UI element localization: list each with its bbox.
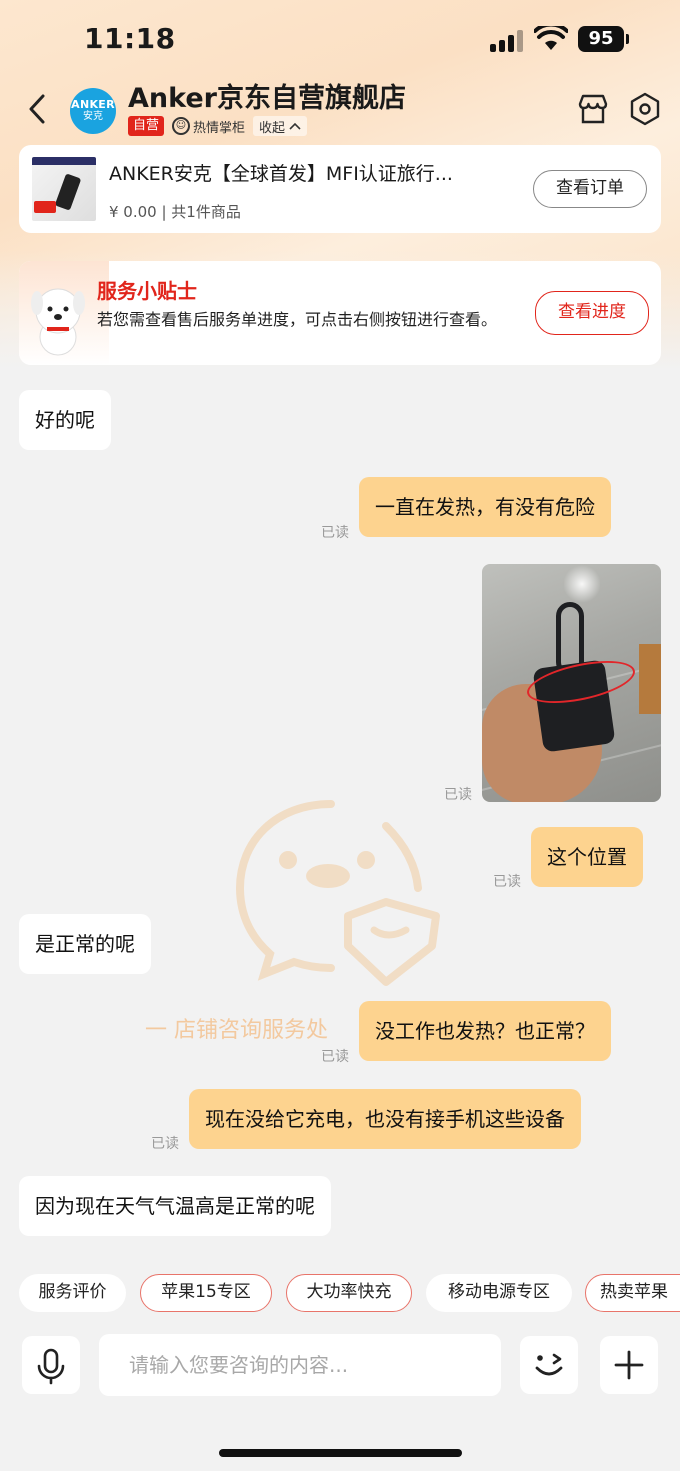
view-order-button[interactable]: 查看订单 xyxy=(533,170,647,208)
read-status: 已读 xyxy=(321,1049,349,1065)
order-title: ANKER安克【全球首发】MFI认证旅行... xyxy=(109,163,453,185)
product-thumbnail[interactable] xyxy=(32,157,96,221)
collapse-label: 收起 xyxy=(259,120,286,136)
emoji-button[interactable] xyxy=(520,1336,578,1394)
microphone-icon xyxy=(37,1348,65,1385)
status-time: 11:18 xyxy=(84,22,176,55)
signal-icon xyxy=(490,28,526,52)
smile-icon: ☺ xyxy=(172,117,191,135)
back-button[interactable] xyxy=(22,92,52,126)
logo-text: ANKER xyxy=(71,98,115,111)
message-bubble-incoming[interactable]: 是正常的呢 xyxy=(19,914,151,974)
service-tip-card: 服务小贴士 若您需查看售后服务单进度，可点击右侧按钮进行查看。 查看进度 xyxy=(19,261,661,365)
message-bubble-outgoing[interactable]: 一直在发热，有没有危险 xyxy=(359,477,611,537)
read-status: 已读 xyxy=(493,874,521,890)
collapse-button[interactable]: 收起 xyxy=(253,116,308,136)
read-status: 已读 xyxy=(444,787,472,803)
message-bubble-incoming[interactable]: 好的呢 xyxy=(19,390,111,450)
passion-label: 热情掌柜 xyxy=(193,120,246,136)
store-tags: 自营 ☺ 热情掌柜 收起 xyxy=(128,116,308,136)
message-input[interactable] xyxy=(99,1334,501,1396)
passion-badge[interactable]: ☺ 热情掌柜 xyxy=(172,117,245,136)
more-button[interactable] xyxy=(600,1336,658,1394)
emoji-icon xyxy=(535,1353,563,1376)
watermark-text: 一 店铺咨询服务处 xyxy=(145,1018,328,1043)
chevron-left-icon xyxy=(29,94,45,124)
wifi-icon xyxy=(534,26,568,50)
self-operated-badge: 自营 xyxy=(128,116,165,136)
message-photo[interactable] xyxy=(482,564,661,802)
plus-icon xyxy=(614,1350,644,1380)
store-logo[interactable]: ANKER 安克 xyxy=(70,88,116,134)
read-status: 已读 xyxy=(321,525,349,541)
battery-icon: 95 xyxy=(578,26,629,52)
chip-service-rating[interactable]: 服务评价 xyxy=(19,1274,126,1312)
chip-hot-apple[interactable]: 热卖苹果 xyxy=(585,1274,680,1312)
tip-text: 若您需查看售后服务单进度，可点击右侧按钮进行查看。 xyxy=(97,310,498,329)
chat-header: ANKER 安克 Anker京东自营旗舰店 自营 ☺ 热情掌柜 收起 xyxy=(0,76,680,146)
chip-fast-charge[interactable]: 大功率快充 xyxy=(286,1274,412,1312)
hexagon-settings-icon[interactable] xyxy=(628,92,662,126)
chevron-up-icon xyxy=(289,122,301,130)
home-indicator xyxy=(219,1449,462,1457)
message-bubble-outgoing[interactable]: 没工作也发热？也正常？ xyxy=(359,1001,611,1061)
tip-title: 服务小贴士 xyxy=(97,279,197,303)
message-bubble-incoming[interactable]: 因为现在天气气温高是正常的呢 xyxy=(19,1176,331,1236)
input-bar xyxy=(0,1330,680,1400)
watermark-mascot-icon xyxy=(236,800,440,986)
voice-button[interactable] xyxy=(22,1336,80,1394)
order-card[interactable]: ANKER安克【全球首发】MFI认证旅行... ¥ 0.00 | 共1件商品 查… xyxy=(19,145,661,233)
quick-reply-chips: 服务评价 苹果15专区 大功率快充 移动电源专区 热卖苹果 xyxy=(19,1274,680,1312)
chip-iphone15-zone[interactable]: 苹果15专区 xyxy=(140,1274,272,1312)
mascot-dog-icon xyxy=(31,288,85,356)
message-bubble-outgoing[interactable]: 现在没给它充电，也没有接手机这些设备 xyxy=(189,1089,581,1149)
view-progress-button[interactable]: 查看进度 xyxy=(535,291,649,335)
status-bar: 11:18 95 xyxy=(0,0,680,80)
order-summary: ¥ 0.00 | 共1件商品 xyxy=(109,203,241,221)
chip-power-bank-zone[interactable]: 移动电源专区 xyxy=(426,1274,572,1312)
message-bubble-outgoing[interactable]: 这个位置 xyxy=(531,827,643,887)
store-name[interactable]: Anker京东自营旗舰店 xyxy=(128,76,406,115)
read-status: 已读 xyxy=(151,1136,179,1152)
store-icon[interactable] xyxy=(576,92,610,126)
logo-subtext: 安克 xyxy=(83,111,103,122)
